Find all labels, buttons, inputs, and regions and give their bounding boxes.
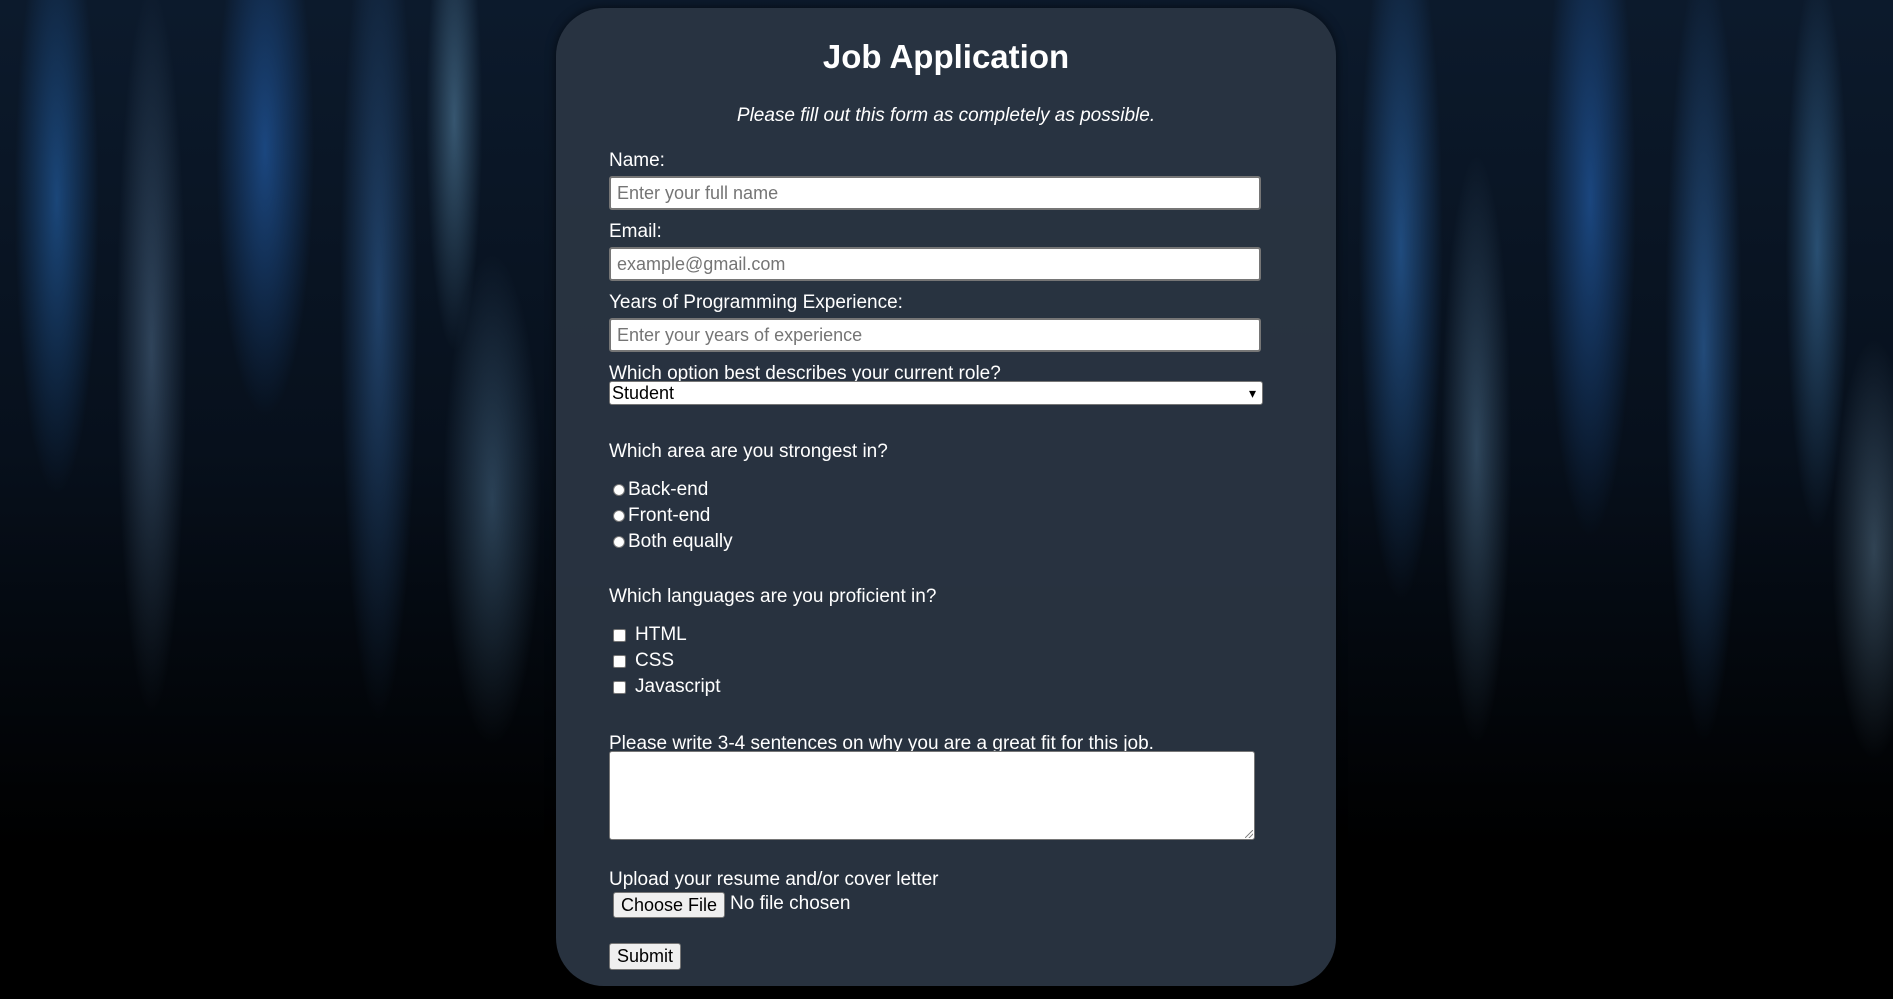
languages-label: Which languages are you proficient in? (609, 586, 937, 607)
submit-button[interactable]: Submit (609, 943, 682, 970)
checkbox-label: Javascript (635, 676, 721, 697)
radio-both-equally[interactable]: Both equally (613, 531, 733, 553)
form-instructions: Please fill out this form as completely … (736, 105, 1156, 126)
strongest-area-label: Which area are you strongest in? (609, 441, 888, 462)
radio-front-end[interactable]: Front-end (613, 505, 710, 527)
radio-button[interactable] (613, 484, 625, 496)
radio-button[interactable] (613, 510, 625, 522)
checkbox-label: CSS (635, 650, 675, 671)
checkbox-css[interactable]: CSS (613, 650, 674, 672)
radio-back-end[interactable]: Back-end (613, 479, 708, 501)
radio-label: Back-end (628, 479, 709, 500)
checkbox[interactable] (613, 628, 626, 642)
experience-input[interactable] (609, 318, 1261, 352)
file-status: No file chosen (730, 893, 851, 914)
chevron-down-icon: ▾ (1248, 385, 1256, 401)
checkbox-label: HTML (635, 624, 687, 645)
email-label: Email: (609, 221, 662, 242)
fit-essay-textarea[interactable] (609, 751, 1255, 840)
page-title: Job Application (822, 38, 1070, 75)
name-label: Name: (609, 150, 665, 171)
radio-label: Front-end (628, 505, 711, 526)
name-input[interactable] (609, 176, 1261, 210)
radio-label: Both equally (628, 531, 733, 552)
radio-button[interactable] (613, 536, 625, 548)
experience-label: Years of Programming Experience: (609, 292, 903, 313)
checkbox[interactable] (613, 680, 626, 694)
checkbox-html[interactable]: HTML (613, 624, 687, 646)
checkbox-javascript[interactable]: Javascript (613, 676, 721, 698)
upload-label: Upload your resume and/or cover letter (609, 869, 939, 890)
checkbox[interactable] (613, 654, 626, 668)
role-selected-value: Student (612, 383, 675, 403)
resize-handle-icon[interactable] (1245, 830, 1253, 838)
application-form: Job Application Please fill out this for… (556, 8, 1336, 986)
choose-file-button[interactable]: Choose File (613, 892, 726, 918)
role-select[interactable]: Student ▾ (609, 381, 1263, 405)
email-input[interactable] (609, 247, 1261, 281)
